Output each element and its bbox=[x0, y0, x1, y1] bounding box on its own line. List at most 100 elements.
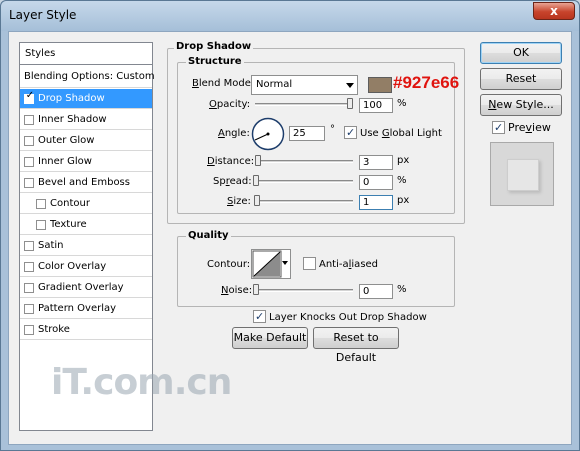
reset-button[interactable]: Reset bbox=[480, 68, 562, 90]
style-item-checkbox[interactable] bbox=[24, 178, 34, 188]
noise-slider-track[interactable] bbox=[255, 289, 353, 292]
title-bar[interactable]: Layer Style x bbox=[1, 1, 579, 31]
style-item-satin[interactable]: Satin bbox=[20, 236, 152, 256]
opacity-slider-track[interactable] bbox=[255, 103, 353, 106]
style-item-inner-shadow[interactable]: Inner Shadow bbox=[20, 110, 152, 130]
style-item-checkbox[interactable] bbox=[24, 304, 34, 314]
close-button[interactable]: x bbox=[533, 2, 575, 20]
close-icon: x bbox=[550, 4, 558, 18]
style-item-checkbox[interactable] bbox=[24, 241, 34, 251]
blend-mode-value: Normal bbox=[256, 79, 293, 90]
anti-aliased-label: Anti-aliased bbox=[319, 259, 379, 270]
shadow-color-swatch[interactable] bbox=[368, 77, 392, 93]
style-item-checkbox[interactable] bbox=[24, 283, 34, 293]
window-title: Layer Style bbox=[9, 8, 77, 22]
angle-label: Angle: bbox=[218, 128, 250, 139]
angle-dial[interactable] bbox=[251, 117, 285, 151]
style-item-label: Inner Glow bbox=[38, 156, 92, 167]
color-annotation: #927e66 bbox=[393, 73, 460, 92]
size-input[interactable]: 1 bbox=[359, 195, 393, 210]
blend-mode-label: Blend Mode: bbox=[192, 78, 255, 89]
anti-aliased-checkbox[interactable] bbox=[303, 257, 316, 270]
size-slider-thumb[interactable] bbox=[254, 195, 260, 206]
layer-style-dialog: Layer Style x Styles Blending Options: C… bbox=[0, 0, 580, 451]
style-preview bbox=[490, 142, 554, 206]
blend-mode-select[interactable]: Normal bbox=[251, 75, 358, 95]
preview-label: Preview bbox=[508, 121, 551, 134]
quality-group: Quality bbox=[177, 230, 455, 307]
style-item-texture[interactable]: Texture bbox=[20, 215, 152, 235]
style-item-checkbox[interactable] bbox=[36, 220, 46, 230]
style-item-pattern-overlay[interactable]: Pattern Overlay bbox=[20, 299, 152, 319]
checkmark-icon: ✓ bbox=[255, 310, 265, 323]
reset-to-default-button[interactable]: Reset to Default bbox=[313, 327, 399, 364]
style-item-checkbox[interactable] bbox=[24, 136, 34, 146]
style-item-drop-shadow[interactable]: ✓ Drop Shadow bbox=[20, 89, 152, 109]
knockout-checkbox[interactable]: ✓ bbox=[253, 310, 266, 323]
style-item-label: Stroke bbox=[38, 324, 70, 335]
checkmark-icon: ✓ bbox=[494, 121, 504, 134]
style-item-label: Inner Shadow bbox=[38, 114, 107, 125]
style-item-checkbox[interactable] bbox=[24, 157, 34, 167]
opacity-unit: % bbox=[397, 98, 407, 109]
style-item-checkbox[interactable] bbox=[24, 262, 34, 272]
style-item-label: Texture bbox=[50, 219, 87, 230]
spread-slider-thumb[interactable] bbox=[253, 175, 259, 186]
knockout-label: Layer Knocks Out Drop Shadow bbox=[269, 312, 427, 323]
spread-input[interactable]: 0 bbox=[359, 175, 393, 190]
style-item-checkbox[interactable] bbox=[24, 325, 34, 335]
style-item-color-overlay[interactable]: Color Overlay bbox=[20, 257, 152, 277]
styles-header[interactable]: Styles bbox=[20, 43, 152, 65]
contour-curve-icon bbox=[252, 250, 282, 278]
preview-swatch bbox=[507, 159, 539, 191]
style-item-label: Drop Shadow bbox=[38, 93, 105, 104]
use-global-light-checkbox[interactable]: ✓ bbox=[344, 126, 357, 139]
chevron-down-icon bbox=[346, 83, 354, 88]
checkmark-icon: ✓ bbox=[346, 126, 356, 139]
style-item-label: Pattern Overlay bbox=[38, 303, 117, 314]
spread-slider-track[interactable] bbox=[255, 180, 353, 183]
contour-picker[interactable] bbox=[251, 249, 291, 279]
style-item-checkbox[interactable] bbox=[24, 115, 34, 125]
style-item-label: Gradient Overlay bbox=[38, 282, 124, 293]
new-style-button[interactable]: New Style... bbox=[480, 94, 562, 116]
style-item-outer-glow[interactable]: Outer Glow bbox=[20, 131, 152, 151]
angle-input[interactable]: 25 bbox=[289, 126, 325, 141]
style-item-label: Outer Glow bbox=[38, 135, 95, 146]
noise-unit: % bbox=[397, 284, 407, 295]
distance-unit: px bbox=[397, 155, 410, 166]
preview-checkbox[interactable]: ✓ bbox=[492, 121, 505, 134]
style-item-label: Bevel and Emboss bbox=[38, 177, 130, 188]
distance-slider-thumb[interactable] bbox=[255, 155, 261, 166]
style-item-checkbox[interactable] bbox=[36, 199, 46, 209]
contour-label: Contour: bbox=[207, 259, 251, 270]
use-global-light-label: Use Global Light bbox=[360, 128, 442, 139]
size-label: Size: bbox=[227, 196, 251, 207]
distance-input[interactable]: 3 bbox=[359, 155, 393, 170]
drop-shadow-title: Drop Shadow bbox=[174, 41, 254, 52]
style-item-stroke[interactable]: Stroke bbox=[20, 320, 152, 340]
blending-options-item[interactable]: Blending Options: Custom bbox=[20, 66, 155, 88]
spread-unit: % bbox=[397, 175, 407, 186]
style-item-contour[interactable]: Contour bbox=[20, 194, 152, 214]
style-item-bevel-and-emboss[interactable]: Bevel and Emboss bbox=[20, 173, 152, 193]
style-item-label: Satin bbox=[38, 240, 64, 251]
distance-label: Distance: bbox=[207, 156, 255, 167]
dialog-body: Styles Blending Options: Custom ✓ Drop Sh… bbox=[8, 31, 572, 445]
style-item-inner-glow[interactable]: Inner Glow bbox=[20, 152, 152, 172]
noise-input[interactable]: 0 bbox=[359, 284, 393, 299]
style-item-checkbox[interactable]: ✓ bbox=[24, 90, 35, 104]
make-default-button[interactable]: Make Default bbox=[232, 327, 308, 349]
distance-slider-track[interactable] bbox=[255, 160, 353, 163]
opacity-input[interactable]: 100 bbox=[359, 98, 393, 113]
quality-title: Quality bbox=[186, 230, 231, 241]
noise-slider-thumb[interactable] bbox=[253, 284, 259, 295]
checkmark-icon: ✓ bbox=[25, 90, 35, 101]
opacity-slider-thumb[interactable] bbox=[347, 98, 353, 109]
style-item-gradient-overlay[interactable]: Gradient Overlay bbox=[20, 278, 152, 298]
size-slider-track[interactable] bbox=[255, 200, 353, 203]
angle-unit: ° bbox=[330, 124, 335, 135]
blending-options-label: Blending Options: Custom bbox=[24, 71, 155, 82]
chevron-down-icon bbox=[282, 261, 288, 265]
ok-button[interactable]: OK bbox=[480, 42, 562, 64]
